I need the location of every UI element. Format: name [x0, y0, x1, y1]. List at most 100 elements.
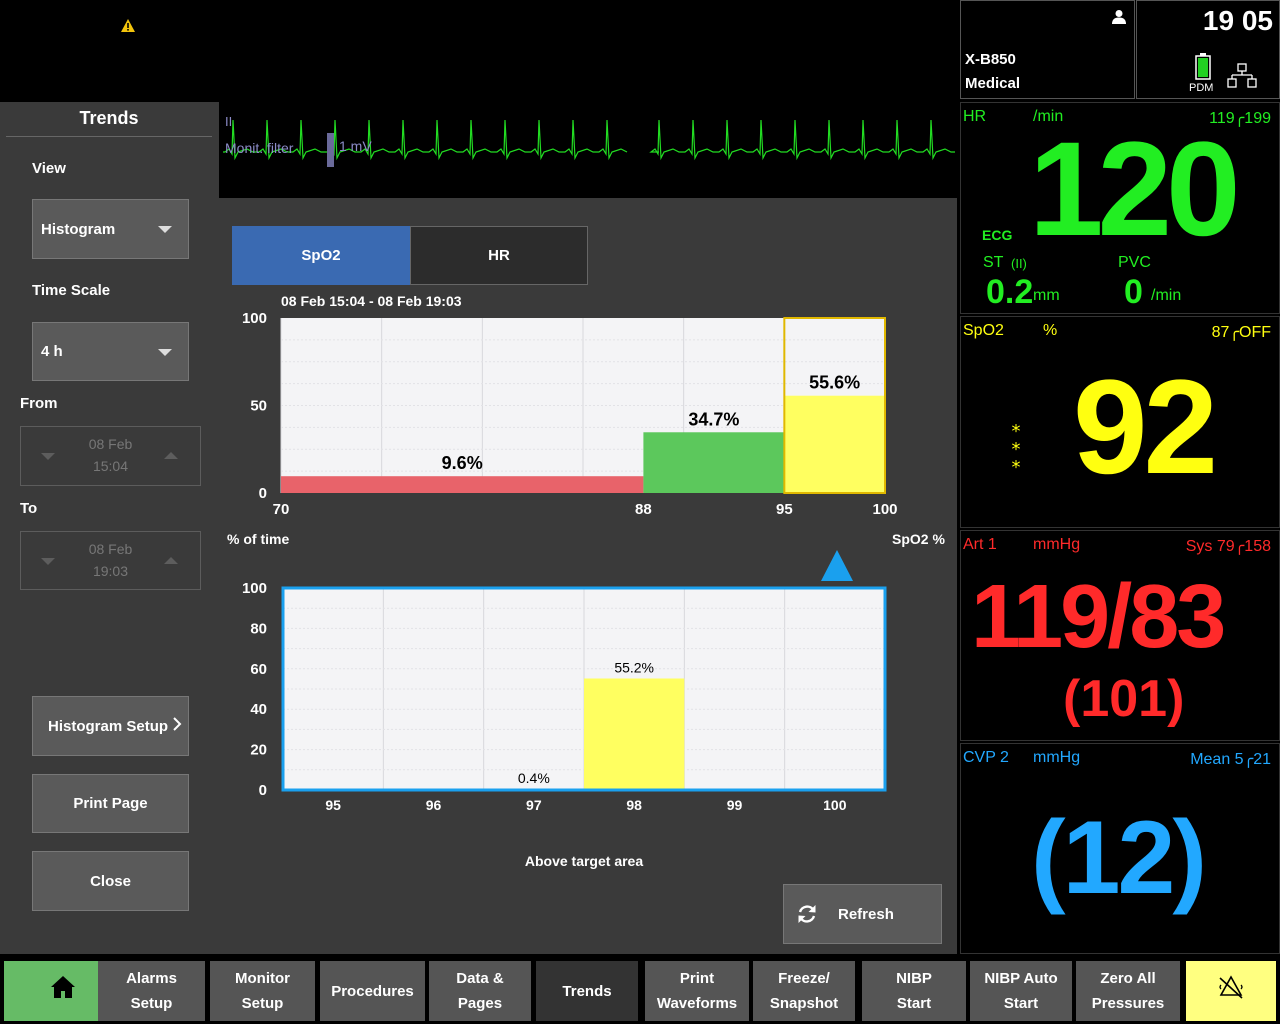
- histogram-bar: [584, 678, 685, 790]
- device-subtitle: Medical: [965, 75, 1021, 92]
- signal-quality-icon: * * *: [1007, 421, 1025, 478]
- histogram-setup-button[interactable]: Histogram Setup: [32, 696, 189, 756]
- x-tick-label: 70: [273, 501, 290, 518]
- ecg-lead-label: II: [225, 114, 233, 129]
- x-tick-label: 100: [823, 797, 847, 813]
- cvp-label: CVP 2: [963, 749, 1009, 766]
- st-unit: mm: [1033, 287, 1060, 304]
- y-tick-label: 0: [259, 485, 267, 502]
- increment-icon[interactable]: [164, 557, 178, 564]
- st-label: ST: [983, 254, 1004, 271]
- refresh-icon: [796, 903, 818, 925]
- data-pages-button[interactable]: Data & Pages: [429, 961, 531, 1021]
- to-time: 19:03: [92, 563, 129, 579]
- pvc-label: PVC: [1118, 254, 1151, 271]
- spo2-value: 92: [1073, 353, 1218, 502]
- cvp-alarm-limits: Mean 5╭21: [1190, 751, 1271, 768]
- histogram-bar: [281, 476, 644, 493]
- chevron-down-icon: [158, 226, 172, 233]
- view-dropdown-value: Histogram: [41, 220, 116, 238]
- nibp-auto-start-button[interactable]: NIBP Auto Start: [970, 961, 1072, 1021]
- art-unit: mmHg: [1033, 536, 1081, 553]
- art-label: Art 1: [963, 536, 997, 553]
- x-tick-label: 88: [635, 501, 652, 518]
- x-tick-label: 95: [325, 797, 341, 813]
- from-time-spinner[interactable]: 08 Feb 15:04: [20, 426, 201, 486]
- to-label: To: [20, 500, 38, 517]
- home-icon: [50, 975, 76, 1007]
- bar-value-label: 0.4%: [518, 770, 550, 786]
- alarms-setup-button[interactable]: Alarms Setup: [98, 961, 205, 1021]
- st-lead: (II): [1011, 256, 1027, 271]
- tab-hr[interactable]: HR: [410, 226, 588, 285]
- view-dropdown[interactable]: Histogram: [32, 199, 189, 259]
- clock-box: 19 05 PDM: [1136, 0, 1280, 99]
- alarm-silence-icon: [1218, 974, 1244, 1008]
- ecg-filter-label: Monit. filter: [225, 140, 294, 156]
- monitor-setup-button[interactable]: Monitor Setup: [210, 961, 315, 1021]
- from-label: From: [20, 395, 58, 412]
- y-tick-label: 40: [250, 701, 267, 718]
- from-time: 15:04: [92, 458, 129, 474]
- x-tick-label: 96: [426, 797, 442, 813]
- y-axis-label: % of time: [227, 531, 290, 547]
- ecg-waveform-strip: II Monit. filter 1 mV: [219, 102, 957, 198]
- print-page-button[interactable]: Print Page: [32, 774, 189, 833]
- cvp-unit: mmHg: [1033, 749, 1081, 766]
- time-scale-label: Time Scale: [32, 282, 111, 299]
- increment-icon[interactable]: [164, 452, 178, 459]
- hr-parameter-panel[interactable]: HR /min 119╭199 120 ECG ST (II) 0.2 mm P…: [960, 102, 1280, 314]
- close-button[interactable]: Close: [32, 851, 189, 911]
- view-label: View: [32, 160, 66, 177]
- art-mean: (101): [1063, 670, 1185, 728]
- y-tick-label: 100: [242, 310, 267, 327]
- y-tick-label: 100: [242, 580, 267, 597]
- trends-button[interactable]: Trends: [536, 961, 638, 1021]
- x-tick-label: 97: [526, 797, 542, 813]
- spo2-histogram-chart: 9.6% 34.7% 55.6% 70 88 95 100 100 50 0: [242, 310, 898, 518]
- user-icon[interactable]: [1111, 9, 1127, 30]
- cvp-parameter-panel[interactable]: CVP 2 mmHg Mean 5╭21 (12): [960, 743, 1280, 954]
- svg-text:*: *: [1012, 457, 1021, 473]
- clock-time: 19 05: [1202, 5, 1273, 36]
- print-waveforms-button[interactable]: Print Waveforms: [645, 961, 749, 1021]
- hr-value: 120: [1029, 115, 1241, 264]
- x-tick-label: 100: [872, 501, 897, 518]
- spo2-parameter-panel[interactable]: SpO2 % 87╭OFF * * * 92: [960, 316, 1280, 528]
- zero-all-pressures-button[interactable]: Zero All Pressures: [1076, 961, 1180, 1021]
- art-value: 119/83: [971, 567, 1226, 667]
- hr-source: ECG: [982, 227, 1013, 243]
- y-tick-label: 20: [250, 742, 267, 759]
- time-scale-dropdown[interactable]: 4 h: [32, 322, 189, 381]
- to-time-spinner[interactable]: 08 Feb 19:03: [20, 531, 201, 590]
- device-name: X-B850: [965, 51, 1016, 68]
- refresh-label: Refresh: [838, 905, 894, 923]
- bar-value-label: 34.7%: [688, 409, 739, 429]
- freeze-snapshot-button[interactable]: Freeze/Snapshot: [753, 961, 855, 1021]
- x-tick-label: 95: [776, 501, 793, 518]
- y-tick-label: 80: [250, 620, 267, 637]
- histogram-setup-label: Histogram Setup: [48, 717, 169, 735]
- histogram-bar: [784, 395, 885, 493]
- network-icon: [1227, 63, 1257, 94]
- y-tick-label: 50: [250, 398, 267, 415]
- refresh-button[interactable]: Refresh: [783, 884, 942, 944]
- x-tick-label: 98: [626, 797, 642, 813]
- tab-spo2[interactable]: SpO2: [232, 226, 410, 285]
- bar-value-label: 55.6%: [809, 373, 860, 393]
- pdm-label: PDM: [1189, 82, 1214, 94]
- to-date: 08 Feb: [88, 541, 133, 557]
- spo2-label: SpO2: [963, 322, 1004, 339]
- bottom-menu-bar: Alarms Setup Monitor Setup Procedures Data…: [0, 956, 1280, 1024]
- bar-value-label: 55.2%: [614, 659, 654, 675]
- spo2-alarm-limits: 87╭OFF: [1211, 324, 1271, 341]
- art-parameter-panel[interactable]: Art 1 mmHg Sys 79╭158 119/83 (101): [960, 530, 1280, 741]
- procedures-button[interactable]: Procedures: [320, 961, 425, 1021]
- alarm-silence-button[interactable]: [1186, 961, 1276, 1021]
- y-tick-label: 0: [259, 782, 267, 799]
- nibp-start-button[interactable]: NIBP Start: [862, 961, 966, 1021]
- battery-icon: [1195, 53, 1211, 85]
- chevron-right-icon: [172, 716, 182, 736]
- pvc-unit: /min: [1151, 287, 1182, 304]
- chart-date-range: 08 Feb 15:04 - 08 Feb 19:03: [281, 293, 462, 309]
